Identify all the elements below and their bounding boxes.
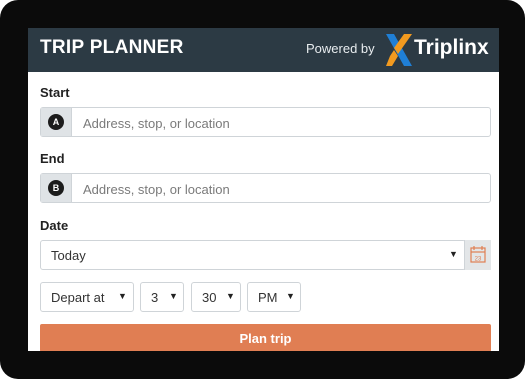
- chevron-down-icon: ▼: [169, 291, 178, 301]
- svg-text:23: 23: [475, 257, 482, 263]
- minute-select[interactable]: 30 ▼: [191, 282, 241, 312]
- plan-trip-button[interactable]: Plan trip: [40, 324, 491, 351]
- minute-value: 30: [202, 290, 217, 305]
- brand-name: Triplinx: [414, 36, 489, 59]
- end-field[interactable]: B: [40, 173, 491, 203]
- trip-planner-widget: TRIP PLANNER Powered by Triplinx Start A…: [28, 28, 499, 351]
- chevron-down-icon: ▼: [226, 291, 235, 301]
- chevron-down-icon: ▼: [449, 249, 458, 259]
- device-frame: TRIP PLANNER Powered by Triplinx Start A…: [0, 0, 525, 379]
- triplinx-logo-icon: [386, 34, 412, 66]
- powered-by-label: Powered by: [306, 41, 375, 56]
- depart-mode-value: Depart at: [51, 290, 105, 305]
- calendar-icon: 23: [470, 246, 486, 263]
- end-label: End: [40, 151, 65, 166]
- hour-value: 3: [151, 290, 159, 305]
- end-marker-icon: B: [41, 174, 72, 202]
- hour-select[interactable]: 3 ▼: [140, 282, 184, 312]
- page-title: TRIP PLANNER: [40, 37, 184, 58]
- date-select-value: Today: [51, 248, 86, 263]
- chevron-down-icon: ▼: [118, 291, 127, 301]
- chevron-down-icon: ▼: [286, 291, 295, 301]
- calendar-button[interactable]: 23: [464, 240, 491, 270]
- start-label: Start: [40, 85, 70, 100]
- ampm-select[interactable]: PM ▼: [247, 282, 301, 312]
- header-bar: TRIP PLANNER Powered by Triplinx: [28, 28, 499, 72]
- date-label: Date: [40, 218, 69, 233]
- start-input[interactable]: [81, 112, 485, 134]
- start-marker-icon: A: [41, 108, 72, 136]
- date-select[interactable]: Today ▼: [40, 240, 466, 270]
- end-input[interactable]: [81, 178, 485, 200]
- ampm-value: PM: [258, 290, 278, 305]
- start-field[interactable]: A: [40, 107, 491, 137]
- depart-mode-select[interactable]: Depart at ▼: [40, 282, 134, 312]
